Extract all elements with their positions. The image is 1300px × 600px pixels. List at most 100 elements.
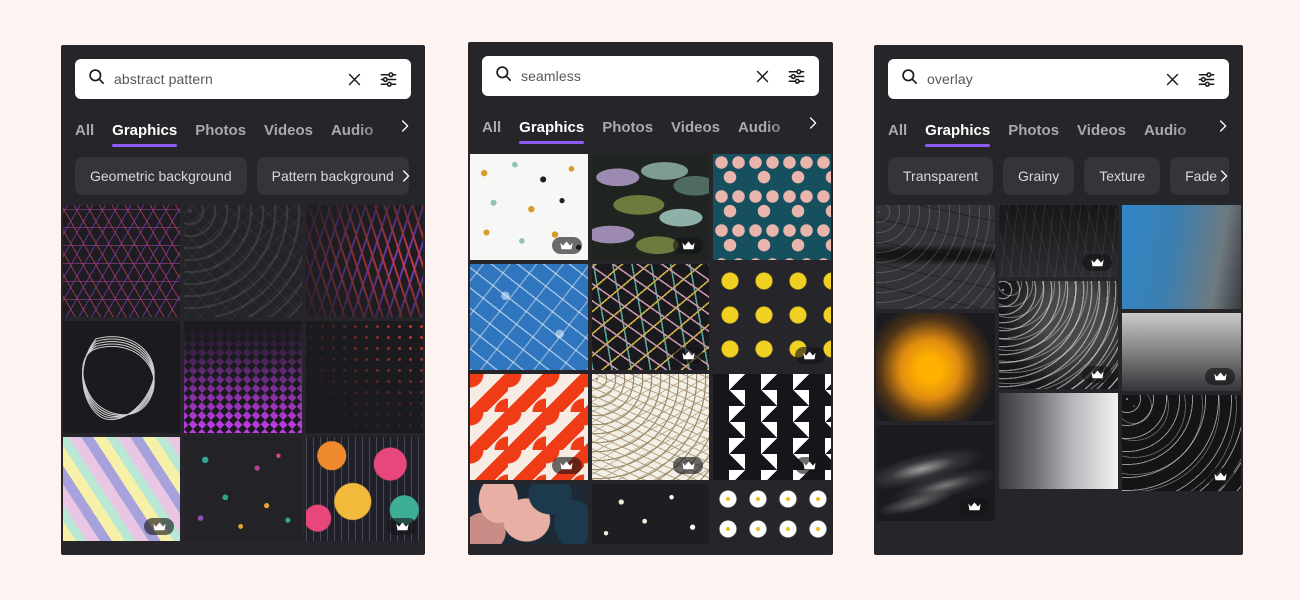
purple-triangle-halftone[interactable] xyxy=(184,321,302,433)
orange-wave-tile[interactable] xyxy=(470,374,588,480)
tabs-scroller[interactable]: All Graphics Photos Videos Audio xyxy=(482,110,819,144)
tropical-leaves-tile[interactable] xyxy=(591,154,710,260)
clear-search-button[interactable] xyxy=(1159,66,1185,92)
pink-floral-tile[interactable] xyxy=(713,154,831,260)
result-item[interactable] xyxy=(63,437,181,541)
sketch-doodle-tile[interactable] xyxy=(591,374,710,480)
result-item[interactable] xyxy=(184,321,302,433)
tiny-hearts-tile[interactable] xyxy=(591,484,710,544)
chip-pattern-background[interactable]: Pattern background xyxy=(256,157,409,195)
tab-photos[interactable]: Photos xyxy=(602,120,653,144)
tab-photos[interactable]: Photos xyxy=(195,123,246,147)
result-item[interactable] xyxy=(184,437,302,541)
chip-transparent[interactable]: Transparent xyxy=(888,157,993,195)
school-supplies-doodle[interactable] xyxy=(470,264,588,370)
tabs-scroller[interactable]: All Graphics Photos Videos Audio xyxy=(75,113,411,147)
result-item[interactable] xyxy=(591,264,710,370)
search-bar[interactable]: overlay xyxy=(888,59,1229,99)
result-item[interactable] xyxy=(63,321,181,433)
chips-scroller[interactable]: Geometric background Pattern background xyxy=(75,157,411,195)
result-item[interactable] xyxy=(999,281,1118,389)
chip-grainy[interactable]: Grainy xyxy=(1002,157,1075,195)
result-item[interactable] xyxy=(1122,395,1241,491)
soft-white-gradient-overlay[interactable] xyxy=(1122,313,1241,391)
result-item[interactable] xyxy=(184,205,302,317)
tab-all[interactable]: All xyxy=(75,123,94,147)
result-item[interactable] xyxy=(470,154,588,260)
terrazzo-speckle-tile[interactable] xyxy=(470,154,588,260)
organic-shapes-tile[interactable] xyxy=(470,484,588,544)
tab-videos[interactable]: Videos xyxy=(1077,123,1126,147)
grunge-texture-overlay[interactable] xyxy=(999,281,1118,389)
tab-graphics[interactable]: Graphics xyxy=(112,123,178,147)
tabs-scroller[interactable]: All Graphics Photos Videos Audio xyxy=(888,113,1229,147)
result-item[interactable] xyxy=(999,205,1118,277)
tabs-next-chevron-right-icon[interactable] xyxy=(1213,115,1231,137)
chips-scroller[interactable]: Transparent Grainy Texture Fade xyxy=(888,157,1229,195)
daisy-flower-tile[interactable] xyxy=(713,484,831,544)
dust-speckle-overlay[interactable] xyxy=(1122,395,1241,491)
result-item[interactable] xyxy=(1122,313,1241,391)
violet-dot-gradient[interactable] xyxy=(305,321,423,433)
result-item[interactable] xyxy=(713,484,831,544)
tab-audio[interactable]: Audio xyxy=(1144,123,1187,147)
linear-fade-overlay[interactable] xyxy=(999,393,1118,489)
yellow-sun-tile[interactable] xyxy=(713,264,831,370)
chips-next-chevron-right-icon[interactable] xyxy=(1213,164,1233,188)
tab-graphics[interactable]: Graphics xyxy=(925,123,991,147)
sprinkles-confetti-tile[interactable] xyxy=(591,264,710,370)
result-item[interactable] xyxy=(305,321,423,433)
result-item[interactable] xyxy=(876,425,995,521)
curved-dash-field[interactable] xyxy=(305,205,423,317)
tabs-next-chevron-right-icon[interactable] xyxy=(395,115,413,137)
tab-graphics[interactable]: Graphics xyxy=(519,120,585,144)
result-item[interactable] xyxy=(713,374,831,480)
white-line-blob[interactable] xyxy=(63,321,181,433)
tabs-next-chevron-right-icon[interactable] xyxy=(803,112,821,134)
tab-audio[interactable]: Audio xyxy=(738,120,781,144)
result-item[interactable] xyxy=(1122,205,1241,309)
result-item[interactable] xyxy=(305,205,423,317)
tab-all[interactable]: All xyxy=(888,123,907,147)
result-item[interactable] xyxy=(591,154,710,260)
dark-ornament-tile[interactable] xyxy=(184,205,302,317)
results-grid-container[interactable] xyxy=(468,154,833,555)
black-white-triangle-tile[interactable] xyxy=(713,374,831,480)
clear-search-button[interactable] xyxy=(749,63,775,89)
blue-gradient-overlay[interactable] xyxy=(1122,205,1241,309)
result-item[interactable] xyxy=(999,393,1118,489)
filter-sliders-icon[interactable] xyxy=(375,66,401,92)
results-grid-container[interactable] xyxy=(874,205,1243,555)
result-item[interactable] xyxy=(305,437,423,541)
colorful-collage-art[interactable] xyxy=(305,437,423,541)
result-item[interactable] xyxy=(470,264,588,370)
result-item[interactable] xyxy=(713,264,831,370)
result-item[interactable] xyxy=(713,154,831,260)
result-item[interactable] xyxy=(470,374,588,480)
scattered-confetti-doodles[interactable] xyxy=(184,437,302,541)
tab-videos[interactable]: Videos xyxy=(264,123,313,147)
result-item[interactable] xyxy=(63,205,181,317)
result-item[interactable] xyxy=(876,313,995,421)
scratched-dark-overlay[interactable] xyxy=(999,205,1118,277)
chips-next-chevron-right-icon[interactable] xyxy=(395,164,415,188)
results-grid-container[interactable] xyxy=(61,205,425,555)
tab-photos[interactable]: Photos xyxy=(1008,123,1059,147)
search-bar[interactable]: abstract pattern xyxy=(75,59,411,99)
chip-geometric-background[interactable]: Geometric background xyxy=(75,157,247,195)
orange-glow-overlay[interactable] xyxy=(876,313,995,421)
result-item[interactable] xyxy=(591,374,710,480)
search-input[interactable]: abstract pattern xyxy=(114,71,333,87)
chip-texture[interactable]: Texture xyxy=(1084,157,1161,195)
result-item[interactable] xyxy=(876,205,995,309)
search-input[interactable]: seamless xyxy=(521,68,741,84)
clear-search-button[interactable] xyxy=(341,66,367,92)
tab-all[interactable]: All xyxy=(482,120,501,144)
smoke-wisp-overlay[interactable] xyxy=(876,425,995,521)
tab-audio[interactable]: Audio xyxy=(331,123,374,147)
hexagon-gradient-grid[interactable] xyxy=(63,205,181,317)
filter-sliders-icon[interactable] xyxy=(1193,66,1219,92)
search-input[interactable]: overlay xyxy=(927,71,1151,87)
result-item[interactable] xyxy=(591,484,710,544)
search-bar[interactable]: seamless xyxy=(482,56,819,96)
